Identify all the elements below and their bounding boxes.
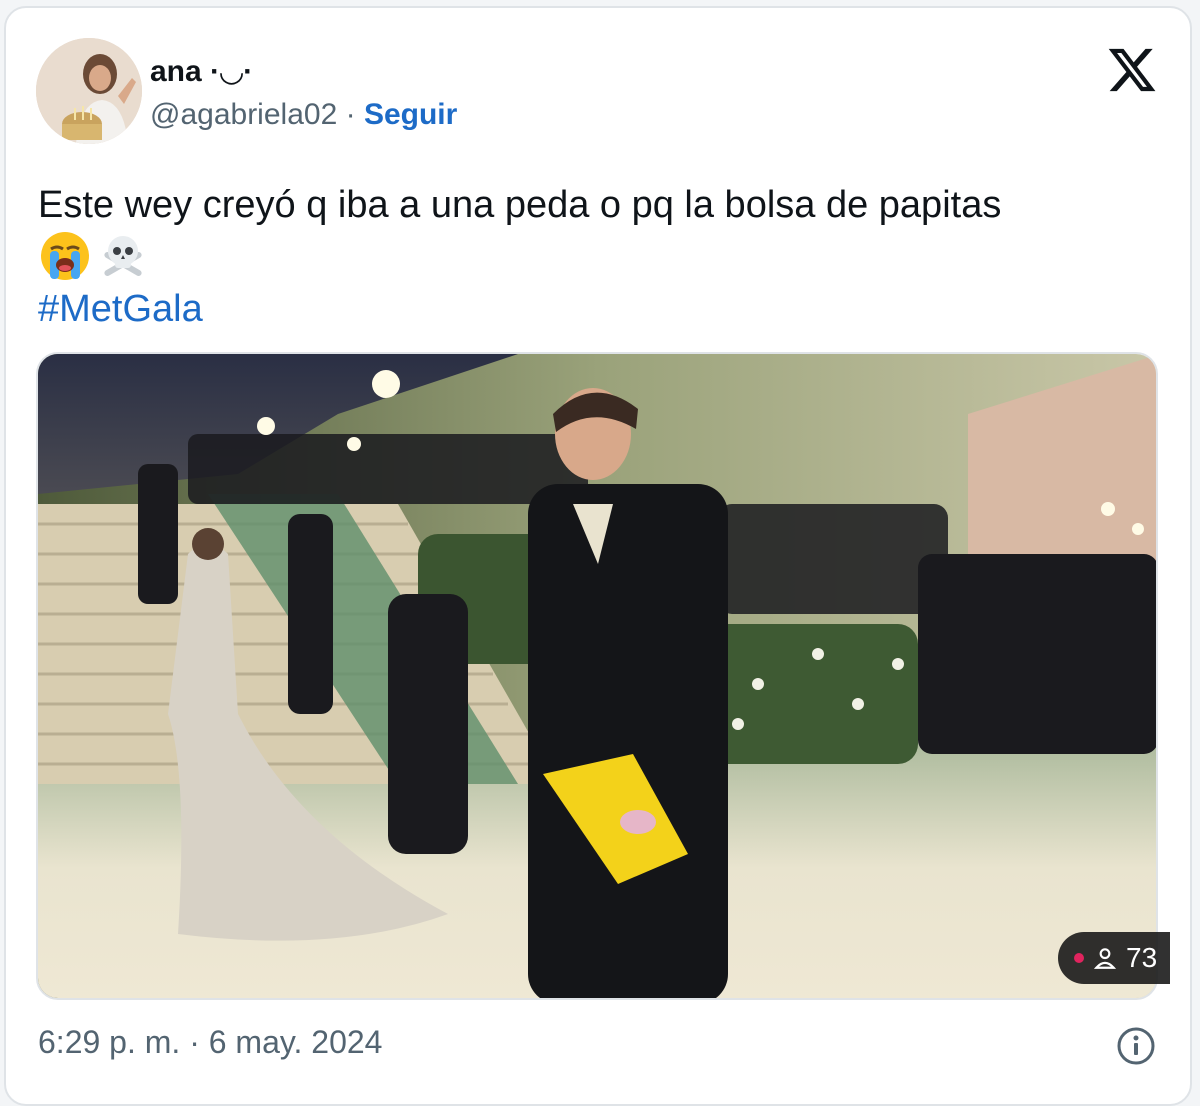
loudly-crying-face-icon (41, 232, 89, 280)
person-icon (1093, 948, 1117, 969)
tweet-timestamp[interactable]: 6:29 p. m. · 6 may. 2024 (38, 1024, 382, 1061)
hashtag-link[interactable]: #MetGala (38, 284, 203, 334)
live-viewer-count: 73 (1126, 942, 1158, 973)
avatar-photo-icon (36, 38, 142, 144)
emoji-row (38, 230, 150, 282)
video-frame (38, 354, 1156, 998)
author-handle[interactable]: @agabriela02 (150, 98, 337, 131)
tweet-text: Este wey creyó q iba a una peda o pq la … (38, 184, 1002, 226)
handle-separator: · (337, 98, 364, 131)
skull-and-crossbones-icon (104, 236, 142, 276)
author-handle-line: @agabriela02 · Seguir (150, 98, 457, 132)
tweet-card: ana ·◡· @agabriela02 · Seguir Este wey c… (4, 6, 1192, 1106)
live-dot-icon (1074, 953, 1084, 963)
media-video[interactable] (36, 352, 1158, 1000)
live-viewers-badge: 73 (1058, 932, 1170, 984)
x-logo-icon[interactable] (1106, 44, 1158, 96)
follow-button[interactable]: Seguir (364, 98, 457, 131)
info-icon[interactable] (1116, 1026, 1156, 1066)
author-name[interactable]: ana ·◡· (150, 54, 253, 89)
avatar[interactable] (36, 38, 142, 144)
